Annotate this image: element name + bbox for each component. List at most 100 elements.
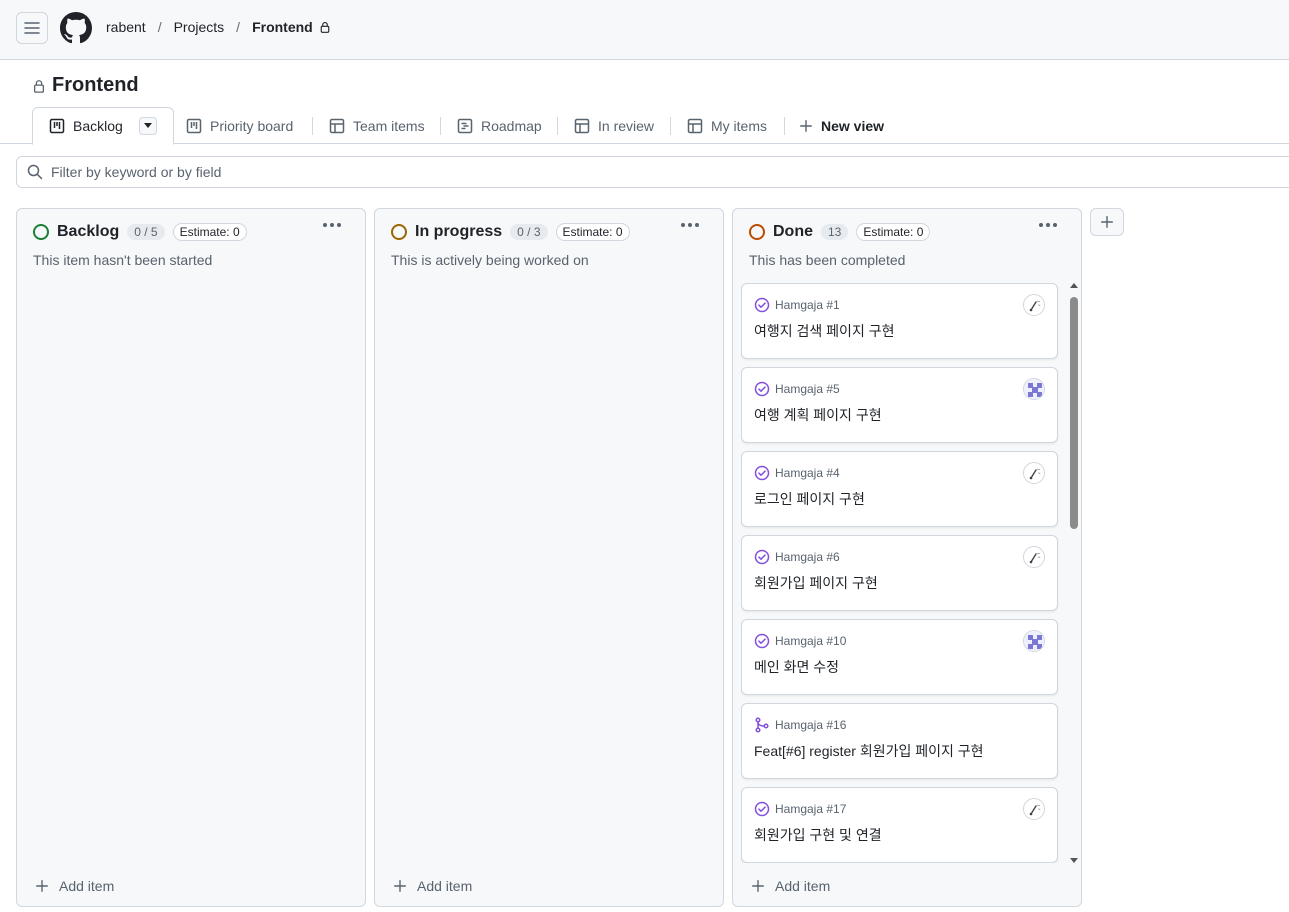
column-header: In progress 0 / 3 Estimate: 0: [391, 223, 630, 241]
status-circle-icon: [749, 224, 765, 240]
column-scrollbar[interactable]: [1069, 283, 1079, 863]
assignee-avatar[interactable]: [1023, 798, 1045, 820]
project-card[interactable]: Hamgaja #17 회원가입 구현 및 연결: [741, 787, 1058, 863]
pull-request-merged-icon: [754, 717, 770, 733]
view-options-button[interactable]: [138, 117, 157, 135]
tab-label: In review: [598, 117, 655, 134]
project-card[interactable]: Hamgaja #5 여행 계획 페이지 구현: [741, 367, 1058, 443]
page-title: Frontend: [32, 74, 139, 97]
column-description: This has been completed: [749, 252, 906, 268]
column-menu-button[interactable]: [323, 223, 341, 227]
table-icon: [687, 118, 703, 133]
column-estimate: Estimate: 0: [555, 223, 630, 241]
breadcrumb-project-link[interactable]: Frontend: [252, 19, 313, 35]
board-icon: [49, 118, 65, 134]
card-title[interactable]: 회원가입 구현 및 연결: [754, 825, 882, 845]
scroll-up-arrow[interactable]: [1070, 283, 1078, 288]
column-header: Backlog 0 / 5 Estimate: 0: [33, 223, 247, 241]
assignee-avatar[interactable]: [1023, 546, 1045, 568]
assignee-avatar[interactable]: [1023, 294, 1045, 316]
column-name: Backlog: [57, 223, 120, 240]
tab-team-items[interactable]: Team items: [329, 107, 425, 144]
add-item-button[interactable]: Add item: [751, 878, 830, 894]
column-estimate: Estimate: 0: [856, 223, 931, 241]
search-icon: [27, 164, 43, 180]
new-view-label: New view: [821, 117, 885, 134]
column-menu-button[interactable]: [1039, 223, 1057, 227]
card-title[interactable]: 메인 화면 수정: [754, 657, 839, 677]
column-estimate: Estimate: 0: [172, 223, 247, 241]
tab-divider: [670, 117, 671, 135]
card-repo-text: Hamgaja #1: [775, 298, 840, 312]
tab-divider: [440, 117, 441, 135]
project-card[interactable]: Hamgaja #16 Feat[#6] register 회원가입 페이지 구현: [741, 703, 1058, 779]
card-repo-ref[interactable]: Hamgaja #10: [754, 633, 846, 649]
card-repo-text: Hamgaja #10: [775, 634, 847, 648]
card-repo-ref[interactable]: Hamgaja #5: [754, 381, 840, 397]
scroll-down-arrow[interactable]: [1070, 858, 1078, 863]
hamburger-menu-button[interactable]: [16, 12, 48, 44]
card-title[interactable]: Feat[#6] register 회원가입 페이지 구현: [754, 741, 984, 761]
breadcrumb-owner-link[interactable]: rabent: [106, 19, 146, 35]
page-title-text: Frontend: [52, 74, 139, 96]
plus-icon: [800, 119, 812, 132]
top-header: rabent / Projects / Frontend: [0, 0, 1289, 60]
tab-divider: [557, 117, 558, 135]
project-card[interactable]: Hamgaja #10 메인 화면 수정: [741, 619, 1058, 695]
assignee-avatar[interactable]: [1023, 630, 1045, 652]
column-count: 0 / 5: [127, 224, 165, 240]
project-card[interactable]: Hamgaja #6 회원가입 페이지 구현: [741, 535, 1058, 611]
tab-backlog[interactable]: Backlog: [32, 107, 174, 145]
card-title[interactable]: 로그인 페이지 구현: [754, 489, 865, 509]
column-menu-button[interactable]: [681, 223, 699, 227]
tab-priority-board[interactable]: Priority board: [186, 107, 293, 144]
add-item-label: Add item: [775, 878, 831, 894]
card-title[interactable]: 회원가입 페이지 구현: [754, 573, 878, 593]
column-done: Done 13 Estimate: 0 This has been comple…: [732, 208, 1082, 907]
add-item-label: Add item: [59, 878, 115, 894]
add-column-button[interactable]: [1090, 208, 1124, 236]
github-logo-icon[interactable]: [60, 12, 92, 44]
board-icon: [186, 118, 202, 133]
add-item-button[interactable]: Add item: [393, 878, 472, 894]
new-view-button[interactable]: New view: [799, 107, 884, 144]
card-repo-text: Hamgaja #17: [775, 802, 847, 816]
breadcrumb-separator: /: [157, 19, 162, 35]
tab-my-items[interactable]: My items: [687, 107, 767, 144]
triangle-down-icon: [143, 123, 152, 128]
issue-closed-icon: [754, 633, 770, 649]
view-tabs: Backlog Priority board Team items Roadma…: [0, 107, 1289, 145]
plus-icon: [752, 880, 764, 892]
plus-icon: [394, 880, 406, 892]
issue-closed-icon: [754, 801, 770, 817]
project-card[interactable]: Hamgaja #1 여행지 검색 페이지 구현: [741, 283, 1058, 359]
tab-label: My items: [711, 117, 767, 134]
tab-label: Roadmap: [481, 117, 542, 134]
tab-roadmap[interactable]: Roadmap: [457, 107, 542, 144]
tab-divider: [784, 117, 785, 135]
card-title[interactable]: 여행지 검색 페이지 구현: [754, 321, 894, 341]
card-repo-ref[interactable]: Hamgaja #1: [754, 297, 840, 313]
table-icon: [574, 118, 590, 133]
tab-in-review[interactable]: In review: [574, 107, 654, 144]
breadcrumb-projects-link[interactable]: Projects: [174, 19, 225, 35]
card-repo-ref[interactable]: Hamgaja #16: [754, 717, 846, 733]
card-repo-ref[interactable]: Hamgaja #6: [754, 549, 840, 565]
card-title[interactable]: 여행 계획 페이지 구현: [754, 405, 882, 425]
project-card[interactable]: Hamgaja #4 로그인 페이지 구현: [741, 451, 1058, 527]
plus-icon: [36, 880, 48, 892]
issue-closed-icon: [754, 465, 770, 481]
card-repo-text: Hamgaja #16: [775, 718, 847, 732]
card-repo-ref[interactable]: Hamgaja #4: [754, 465, 840, 481]
scroll-thumb[interactable]: [1070, 297, 1078, 529]
add-item-button[interactable]: Add item: [35, 878, 114, 894]
breadcrumb: rabent / Projects / Frontend: [106, 19, 331, 35]
assignee-avatar[interactable]: [1023, 462, 1045, 484]
card-repo-ref[interactable]: Hamgaja #17: [754, 801, 846, 817]
table-icon: [329, 118, 345, 133]
issue-closed-icon: [754, 549, 770, 565]
card-repo-text: Hamgaja #6: [775, 550, 840, 564]
filter-input[interactable]: Filter by keyword or by field: [16, 156, 1289, 188]
filter-placeholder: Filter by keyword or by field: [51, 164, 222, 180]
assignee-avatar[interactable]: [1023, 378, 1045, 400]
